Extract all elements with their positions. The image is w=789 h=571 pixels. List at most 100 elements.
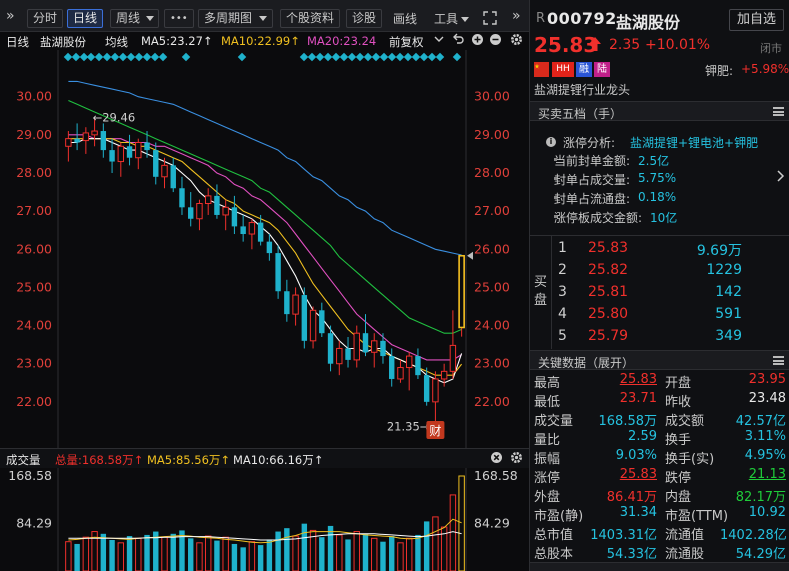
menu-icon[interactable] — [773, 356, 784, 365]
candle-body-up — [222, 206, 229, 216]
candle-body-down — [100, 131, 107, 151]
expand-icon[interactable] — [483, 11, 497, 25]
stock-concept: 盐湖提锂行业龙头 — [534, 83, 631, 97]
tab-intraday[interactable]: 分时 — [27, 9, 64, 28]
sector-label[interactable]: 钾肥: — [705, 62, 733, 79]
market-status: 闭市 — [760, 42, 782, 55]
stock-diagnose-button[interactable]: 诊股 — [346, 9, 383, 28]
order-book-header[interactable]: 买卖五档（手） — [530, 101, 789, 121]
volume-tick-right: 168.58 — [474, 468, 518, 483]
price-tick-right: 22.00 — [474, 394, 510, 409]
volume-bar-down — [266, 539, 273, 571]
tools-menu[interactable]: 工具 — [434, 10, 470, 27]
key-data-value: 23.71 — [619, 391, 657, 406]
bid-level: 1 — [558, 240, 567, 256]
add-watchlist-button[interactable]: 加自选 — [729, 9, 784, 31]
key-data-label: 换手(实) — [665, 452, 715, 467]
volume-bar-up — [196, 542, 203, 571]
zoom-in-icon[interactable] — [471, 33, 484, 49]
volume-bar-down — [231, 543, 238, 571]
market-tag: R — [536, 11, 546, 26]
sector-change[interactable]: +5.98% — [741, 62, 789, 76]
volume-tick-right: 84.29 — [474, 516, 510, 531]
price-tick-right: 27.00 — [474, 203, 510, 218]
volume-bar-down — [345, 539, 351, 571]
zoom-out-icon[interactable] — [489, 33, 502, 49]
volume-tick-left: 84.29 — [16, 516, 52, 531]
key-data-value: 23.48 — [748, 391, 786, 406]
volume-bar-down — [214, 540, 220, 571]
chart-indicator-header: 日线 盐湖股份 均线 MA5:23.27↑ MA10:22.99↑ MA20:2… — [0, 32, 529, 50]
volume-bar-down — [100, 533, 107, 571]
tab-weekly-label: 周线 — [116, 11, 141, 25]
chevron-right-icon[interactable] — [776, 168, 786, 184]
candle-body-up — [371, 340, 378, 353]
tab-weekly[interactable]: 周线 — [110, 9, 160, 28]
candle-body-up — [65, 138, 72, 147]
volume-chart[interactable]: 168.58 168.58 84.29 84.29 — [0, 468, 529, 571]
limit-row-value: 0.18% — [638, 190, 677, 204]
info-icon: i — [546, 137, 556, 147]
price-tick-right: 23.00 — [474, 356, 510, 371]
more-options-button[interactable]: ••• — [164, 9, 194, 28]
candle-body-down — [179, 188, 185, 208]
stock-profile-button[interactable]: 个股资料 — [280, 9, 341, 28]
adjust-mode-toggle[interactable]: 前复权 — [389, 34, 424, 50]
bid-row[interactable]: 3 25.81 142 — [556, 284, 786, 306]
draw-line-button[interactable]: 画线 — [393, 10, 417, 27]
key-data-header[interactable]: 关键数据（展开） — [530, 350, 789, 370]
key-data-value: 1403.31亿 — [590, 528, 657, 543]
volume-bar-up — [353, 531, 360, 571]
volume-bar-down — [423, 521, 430, 571]
settings-gear-icon[interactable] — [510, 451, 523, 467]
key-data-label: 量比 — [534, 433, 561, 448]
ma20-value: MA20:23.24 — [307, 34, 377, 48]
bid-row[interactable]: 4 25.80 591 — [556, 306, 786, 328]
limit-concepts[interactable]: 盐湖提锂+锂电池+钾肥 — [630, 134, 758, 151]
bid-row[interactable]: 2 25.82 1229 — [556, 262, 786, 284]
multi-period-button[interactable]: 多周期图 — [198, 9, 274, 28]
candle-body-up — [397, 367, 404, 380]
next-section-header[interactable] — [530, 562, 789, 571]
bid-row[interactable]: 5 25.79 349 — [556, 328, 786, 350]
chevron-down-icon[interactable] — [434, 33, 444, 48]
collapse-sidebar-icon[interactable]: » — [6, 8, 15, 24]
volume-bar-up — [117, 542, 125, 571]
candle-body-up — [336, 347, 343, 365]
volume-bar-down — [301, 523, 308, 571]
candle-body-limit-up — [458, 254, 465, 329]
price-tick-left: 25.00 — [16, 279, 52, 294]
candle-body-down — [214, 195, 220, 215]
undo-icon[interactable] — [452, 33, 465, 49]
price-kline-chart[interactable]: 30.00 30.00 29.00 29.00 28.00 28.00 27.00 27.00… — [0, 50, 529, 448]
candle-body-up — [204, 195, 212, 205]
price-tick-left: 27.00 — [16, 203, 52, 218]
bid-row[interactable]: 1 25.83 9.69万 — [556, 240, 786, 262]
volume-total: 总量:168.58万↑ — [55, 453, 144, 467]
key-data-value: 10.92 — [748, 505, 786, 520]
bid-volume: 9.69万 — [696, 243, 742, 259]
menu-icon[interactable] — [773, 107, 784, 116]
volume-bar-down — [240, 547, 246, 571]
key-data-value: 25.83 — [619, 467, 657, 482]
volume-bar-up — [65, 541, 72, 571]
volume-bar-up — [248, 541, 256, 571]
key-data-label: 开盘 — [665, 376, 692, 391]
ma-toggle[interactable]: 均线 — [105, 34, 128, 50]
key-data-value: 86.41万 — [606, 490, 657, 505]
price-tick-right: 26.00 — [474, 241, 510, 256]
tab-daily[interactable]: 日线 — [67, 9, 104, 28]
key-data-value: 3.11% — [744, 429, 786, 444]
collapse-right-icon[interactable]: » — [512, 8, 521, 24]
candle-body-up — [405, 355, 413, 369]
bid-volume: 142 — [715, 284, 742, 300]
candle-body-down — [284, 291, 290, 315]
candle-body-up — [248, 222, 256, 235]
key-data-value: 168.58万 — [598, 414, 658, 429]
bid-level: 5 — [558, 328, 567, 344]
settings-gear-icon[interactable] — [510, 33, 523, 49]
volume-tick-left: 168.58 — [8, 468, 52, 483]
candle-body-up — [196, 203, 203, 220]
bullet — [554, 177, 557, 180]
close-panel-icon[interactable] — [490, 451, 503, 467]
